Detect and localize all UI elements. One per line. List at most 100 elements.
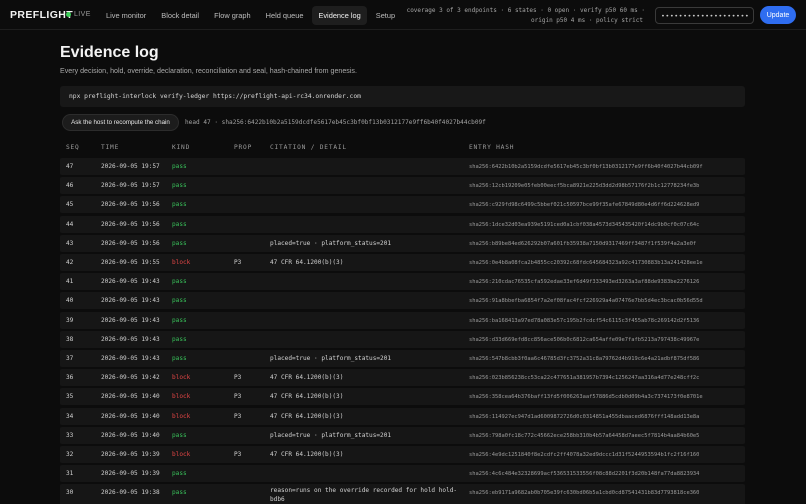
recompute-chain-button[interactable]: Ask the host to recompute the chain (62, 114, 179, 131)
cell-hash: sha256:1dce32d03ea939e5191ced0a1cbf038a4… (469, 221, 700, 228)
table-row[interactable]: 33 2026-09-05 19:40 pass placed=true · plat… (60, 426, 745, 444)
cell-seq: 44 (66, 220, 74, 228)
cell-hash: sha256:6422b10b2a5159dcdfe5617eb45c3bf0b… (469, 164, 703, 170)
table-row[interactable]: 45 2026-09-05 19:56 pass sha256:c929fd98c64… (60, 196, 745, 214)
cell-kind: pass (172, 278, 187, 286)
cell-kind: pass (172, 239, 187, 247)
cell-seq: 47 (66, 163, 74, 170)
tab-flow-graph[interactable]: Flow graph (208, 6, 257, 25)
cell-time: 2026-09-05 19:57 (101, 163, 160, 170)
cell-kind: pass (172, 355, 187, 362)
update-button[interactable]: Update (760, 6, 796, 24)
table-row[interactable]: 30 2026-09-05 19:38 pass reason=runs on the… (60, 484, 745, 504)
table-row[interactable]: 46 2026-09-05 19:57 pass sha256:12cb19209e0… (60, 177, 745, 195)
brand-logo: PREFLIGHT (10, 9, 74, 21)
cell-kind: pass (172, 297, 187, 305)
cell-time: 2026-09-05 19:56 (101, 201, 160, 209)
cell-seq: 42 (66, 259, 74, 266)
cell-prop: P3 (234, 451, 242, 458)
table-row[interactable]: 47 2026-09-05 19:57 pass sha256:6422b10b2a5… (60, 158, 745, 175)
header-detail: CITATION / DETAIL (270, 144, 347, 151)
table-row[interactable]: 41 2026-09-05 19:43 pass sha256:210cdac7653… (60, 273, 745, 291)
cell-seq: 46 (66, 182, 74, 190)
live-dot-icon (66, 12, 71, 17)
cell-seq: 41 (66, 278, 74, 286)
table-row[interactable]: 37 2026-09-05 19:43 pass placed=true · plat… (60, 350, 745, 367)
cell-hash: sha256:d33d669efd8cc856ace506b0c6812ca65… (469, 336, 700, 343)
cell-time: 2026-09-05 19:38 (101, 489, 160, 497)
cell-kind: block (172, 412, 191, 420)
table-row[interactable]: 32 2026-09-05 19:39 block P3 47 CFR 64.1200(… (60, 446, 745, 463)
cell-hash: sha256:210cdac76535cfa592edae33ef6d49f33… (469, 279, 700, 286)
cell-seq: 35 (66, 393, 74, 401)
cell-prop: P3 (234, 393, 242, 401)
cell-detail: reason=runs on the override recorded for… (270, 487, 458, 504)
cell-hash: sha256:91a8bbefba6854f7a2ef08fac4fcf2269… (469, 298, 703, 305)
cell-seq: 30 (66, 489, 74, 497)
cell-seq: 39 (66, 316, 74, 324)
cell-hash: sha256:0e4b8a08fca2b4855cc20392c68fdc645… (469, 260, 703, 266)
cell-hash: sha256:798a0fc18c772c45662ece258bb310b4b… (469, 432, 700, 439)
cell-time: 2026-09-05 19:42 (101, 374, 160, 382)
cell-hash: sha256:ba168413a97ed78a083e57c195b2fcdcf… (469, 317, 700, 324)
cell-seq: 32 (66, 451, 74, 458)
chain-head-info: head 47 · sha256:6422b10b2a5159dcdfe5617… (185, 119, 486, 126)
cell-kind: pass (172, 182, 187, 190)
live-indicator: LIVE (66, 11, 91, 18)
cell-time: 2026-09-05 19:57 (101, 182, 160, 190)
cell-hash: sha256:114927ec947d1ad6009872726d0c03148… (469, 413, 700, 420)
cell-detail: placed=true · platform_status=201 (270, 431, 392, 439)
cell-kind: pass (172, 470, 187, 478)
table-header: SEQ TIME KIND PROP CITATION / DETAIL ENT… (60, 142, 745, 155)
table-row[interactable]: 43 2026-09-05 19:56 pass placed=true · plat… (60, 234, 745, 252)
cell-time: 2026-09-05 19:56 (101, 239, 160, 247)
table-row[interactable]: 34 2026-09-05 19:40 block P3 47 CFR 64.1200(… (60, 407, 745, 425)
cell-prop: P3 (234, 259, 242, 266)
table-row[interactable]: 40 2026-09-05 19:43 pass sha256:91a8bbefba6… (60, 292, 745, 310)
table-row[interactable]: 44 2026-09-05 19:56 pass sha256:1dce32d03ea… (60, 215, 745, 233)
cell-kind: pass (172, 335, 187, 343)
cell-detail: 47 CFR 64.1200(b)(3) (270, 259, 344, 266)
cell-seq: 38 (66, 335, 74, 343)
cell-time: 2026-09-05 19:40 (101, 431, 160, 439)
cell-kind: pass (172, 163, 187, 170)
api-token-input[interactable] (655, 7, 754, 24)
cell-time: 2026-09-05 19:43 (101, 278, 160, 286)
cell-seq: 34 (66, 412, 74, 420)
tab-block-detail[interactable]: Block detail (155, 6, 205, 25)
cell-seq: 37 (66, 355, 74, 362)
verify-command-box[interactable]: npx preflight-interlock verify-ledger ht… (60, 86, 745, 107)
cell-kind: pass (172, 220, 187, 228)
top-bar: PREFLIGHT LIVE Live monitor Block detail… (0, 0, 806, 30)
cell-time: 2026-09-05 19:40 (101, 412, 160, 420)
cell-prop: P3 (234, 374, 242, 382)
cell-detail: 47 CFR 64.1200(b)(3) (270, 393, 344, 401)
cell-seq: 33 (66, 431, 74, 439)
table-row[interactable]: 38 2026-09-05 19:43 pass sha256:d33d669efd8… (60, 330, 745, 348)
table-row[interactable]: 42 2026-09-05 19:55 block P3 47 CFR 64.1200(… (60, 254, 745, 271)
cell-seq: 43 (66, 239, 74, 247)
verify-command-text: npx preflight-interlock verify-ledger ht… (69, 93, 361, 100)
tab-evidence-log[interactable]: Evidence log (312, 6, 367, 25)
page-title: Evidence log (60, 44, 159, 61)
tab-live-monitor[interactable]: Live monitor (100, 6, 152, 25)
cell-time: 2026-09-05 19:39 (101, 451, 160, 458)
cell-time: 2026-09-05 19:43 (101, 355, 160, 362)
table-row[interactable]: 36 2026-09-05 19:42 block P3 47 CFR 64.1200(… (60, 369, 745, 387)
table-row[interactable]: 35 2026-09-05 19:40 block P3 47 CFR 64.1200(… (60, 388, 745, 406)
header-kind: KIND (172, 144, 191, 151)
cell-time: 2026-09-05 19:40 (101, 393, 160, 401)
cell-detail: placed=true · platform_status=201 (270, 355, 392, 362)
cell-seq: 45 (66, 201, 74, 209)
table-row[interactable]: 39 2026-09-05 19:43 pass sha256:ba168413a97… (60, 311, 745, 329)
cell-detail: 47 CFR 64.1200(b)(3) (270, 412, 344, 420)
page-subtitle: Every decision, hold, override, declarat… (60, 67, 357, 75)
table-row[interactable]: 31 2026-09-05 19:39 pass sha256:4c6c484e323… (60, 465, 745, 483)
cell-kind: pass (172, 489, 187, 497)
cell-prop: P3 (234, 412, 242, 420)
cell-hash: sha256:358cea64b376baff13fd5f006263aaf57… (469, 394, 703, 401)
cell-hash: sha256:b89be84ed626292b07a601fb35938a715… (469, 240, 697, 247)
cell-kind: block (172, 259, 191, 266)
cell-kind: block (172, 451, 191, 458)
tab-held-queue[interactable]: Held queue (260, 6, 310, 25)
